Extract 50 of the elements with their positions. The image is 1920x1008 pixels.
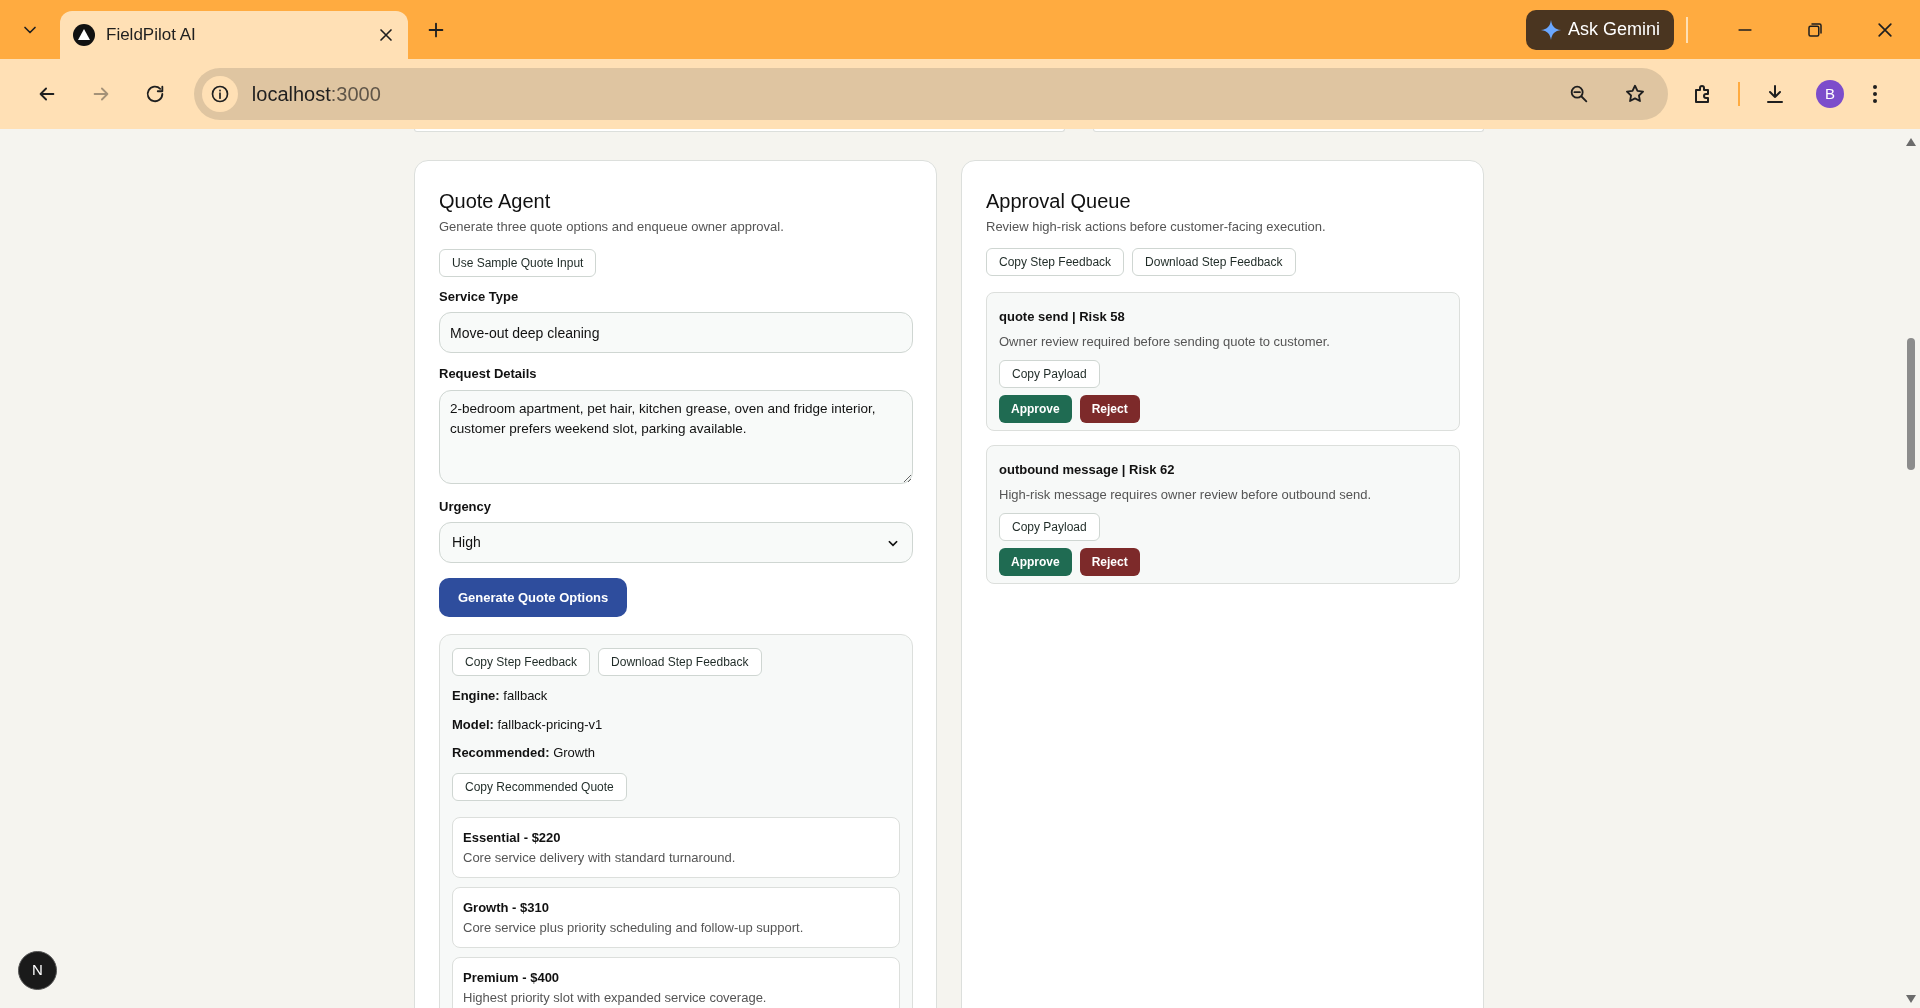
small-button[interactable]: Copy Step Feedback <box>986 247 1125 276</box>
card-subtitle: Generate three quote options and enqueue owner approval. <box>439 218 785 236</box>
approve-button[interactable]: Approve <box>999 547 1072 576</box>
favicon-icon <box>72 23 96 47</box>
browser-tab[interactable]: FieldPilot AI <box>60 11 408 59</box>
avatar[interactable]: B <box>1816 80 1845 108</box>
option-description: Highest priority slot with expanded service coverage. <box>463 989 768 1007</box>
item-description: High-risk message requires owner review before outbound send. <box>999 486 1373 504</box>
small-button[interactable]: Download Step Feedback <box>598 648 762 676</box>
scrollbar-thumb[interactable] <box>1907 338 1915 470</box>
small-button[interactable]: Copy Step Feedback <box>452 648 591 676</box>
fact-text: Recommended: Growth <box>452 744 597 762</box>
small-button[interactable]: Download Step Feedback <box>1132 247 1296 276</box>
field-label: Service Type <box>439 287 520 306</box>
dropdown[interactable]: High <box>439 522 913 563</box>
text-area[interactable]: 2-bedroom apartment, pet hair, kitchen grease, oven and fridge interior, customer prefers weekend slot, parking available. <box>439 389 913 484</box>
info-icon[interactable] <box>209 84 230 104</box>
small-button[interactable]: Copy Payload <box>999 512 1100 541</box>
card-title: Approval Queue <box>986 189 1132 214</box>
reject-button[interactable]: Reject <box>1079 394 1140 423</box>
dev-badge[interactable]: N <box>18 951 57 990</box>
card-subtitle: Review high-risk actions before customer-facing execution. <box>986 218 1327 236</box>
approve-button[interactable]: Approve <box>999 394 1072 423</box>
small-button[interactable]: Copy Payload <box>999 359 1100 388</box>
card-title: Quote Agent <box>439 189 552 214</box>
scroll-down-icon[interactable] <box>1906 995 1916 1003</box>
option-description: Core service plus priority scheduling and follow-up support. <box>463 919 805 937</box>
field-label: Urgency <box>439 497 493 516</box>
menu-icon[interactable] <box>1872 84 1878 104</box>
restore-icon[interactable] <box>1806 20 1824 39</box>
item-title: quote send | Risk 58 <box>999 307 1126 326</box>
option-title: Essential - $220 <box>463 828 562 847</box>
text-field[interactable]: Move-out deep cleaning <box>439 312 913 353</box>
item-title: outbound message | Risk 62 <box>999 460 1176 479</box>
fact-text: Model: fallback-pricing-v1 <box>452 715 604 734</box>
small-button[interactable]: Use Sample Quote Input <box>439 248 597 277</box>
option-description: Core service delivery with standard turnaround. <box>463 849 737 867</box>
option-title: Premium - $400 <box>463 968 561 987</box>
small-button[interactable]: Copy Recommended Quote <box>452 772 627 801</box>
ask-gemini-button[interactable]: Ask Gemini <box>1525 9 1674 50</box>
item-description: Owner review required before sending quote to customer. <box>999 333 1331 351</box>
reject-button[interactable]: Reject <box>1079 547 1140 576</box>
fact-text: Engine: fallback <box>452 687 549 705</box>
generate-button[interactable]: Generate Quote Options <box>439 578 628 617</box>
option-title: Growth - $310 <box>463 898 550 917</box>
field-label: Request Details <box>439 365 538 383</box>
address-bar[interactable]: localhost:3000 <box>193 68 1669 120</box>
bookmark-star-icon[interactable] <box>1624 83 1647 105</box>
scroll-up-icon[interactable] <box>1906 138 1916 146</box>
url-text: localhost:3000 <box>251 82 382 107</box>
